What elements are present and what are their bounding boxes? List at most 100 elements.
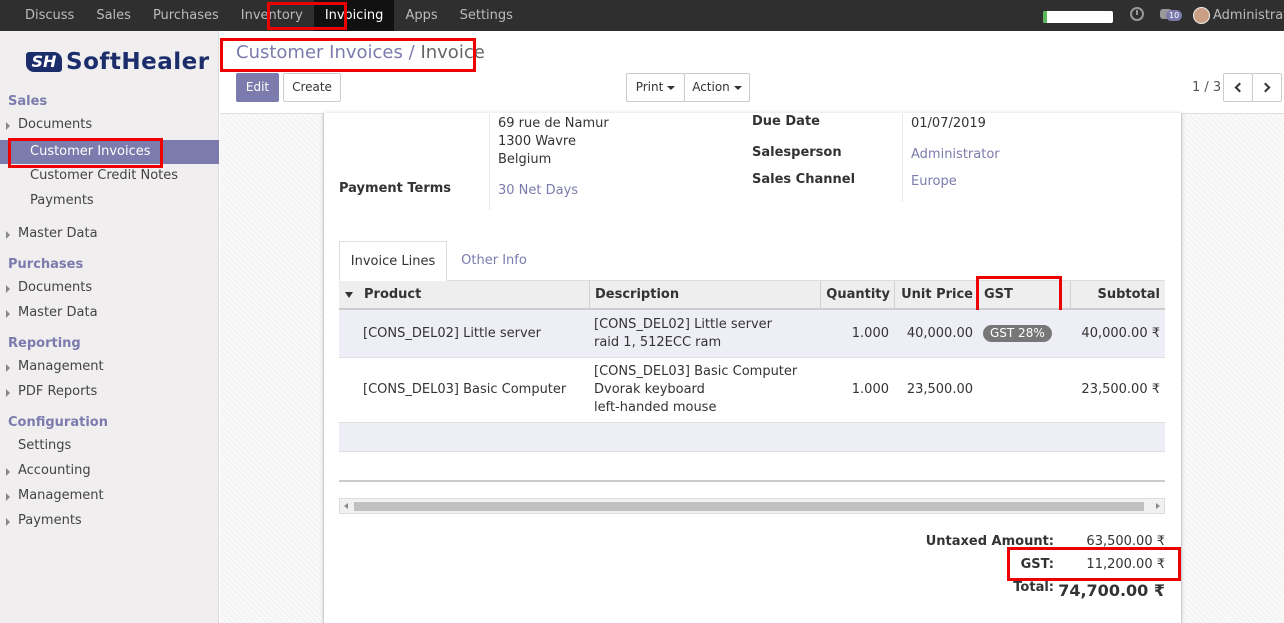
- table-footer-border: [339, 480, 1165, 482]
- top-menu: Discuss Sales Purchases Inventory Invoic…: [14, 0, 524, 31]
- sidebar-item-management[interactable]: Management: [0, 355, 219, 379]
- horizontal-scrollbar[interactable]: [339, 498, 1165, 514]
- sidebar-item-customer-credit-notes[interactable]: Customer Credit Notes: [0, 164, 219, 188]
- sidebar-item-config-payments[interactable]: Payments: [0, 509, 219, 533]
- header-subtotal[interactable]: Subtotal: [1097, 281, 1160, 309]
- user-menu[interactable]: Administrator: [1213, 0, 1284, 31]
- sidebar-item-config-management[interactable]: Management: [0, 484, 219, 508]
- column-divider: [976, 281, 977, 308]
- sidebar-item-accounting[interactable]: Accounting: [0, 459, 219, 483]
- table-row[interactable]: [CONS_DEL03] Basic Computer [CONS_DEL03]…: [339, 358, 1165, 423]
- pager-value[interactable]: 1 / 3: [1192, 73, 1221, 102]
- caret-right-icon: [6, 468, 10, 476]
- total-value: 74,700.00 ₹: [1058, 581, 1165, 600]
- sidebar-item-settings[interactable]: Settings: [0, 434, 219, 458]
- field-separator: [489, 114, 490, 210]
- onboarding-progress-bar[interactable]: [1043, 11, 1113, 23]
- payment-terms-field[interactable]: 30 Net Days: [498, 183, 578, 198]
- sidebar-item-label: Management: [18, 359, 104, 374]
- create-button[interactable]: Create: [283, 73, 341, 102]
- menu-invoicing[interactable]: Invoicing: [313, 0, 395, 31]
- header-description[interactable]: Description: [595, 281, 679, 309]
- caret-right-icon: [6, 231, 10, 239]
- breadcrumb-parent[interactable]: Customer Invoices: [236, 42, 403, 63]
- row-quantity: 1.000: [851, 326, 889, 341]
- sidebar-item-label: Payments: [18, 513, 82, 528]
- salesperson-field[interactable]: Administrator: [911, 147, 1000, 162]
- sidebar-item-purchase-documents[interactable]: Documents: [0, 276, 219, 300]
- activity-clock-icon[interactable]: [1130, 7, 1144, 21]
- breadcrumb-separator: /: [408, 42, 415, 63]
- address-line-1: 69 rue de Namur: [498, 116, 609, 131]
- scroll-left-arrow-icon[interactable]: [344, 503, 348, 509]
- due-date-field[interactable]: 01/07/2019: [911, 116, 986, 131]
- sidebar-section-reporting: Reporting: [8, 336, 81, 351]
- header-product[interactable]: Product: [364, 281, 421, 309]
- logo-text: SoftHealer: [66, 49, 210, 75]
- menu-purchases[interactable]: Purchases: [142, 0, 230, 31]
- row-subtotal: 23,500.00 ₹: [1081, 382, 1160, 397]
- sidebar-item-purchase-master-data[interactable]: Master Data: [0, 301, 219, 325]
- header-gst[interactable]: GST: [984, 281, 1013, 309]
- gst-total-value: 11,200.00 ₹: [1086, 557, 1165, 572]
- progress-fill: [1043, 11, 1047, 23]
- row-subtotal: 40,000.00 ₹: [1081, 326, 1160, 341]
- sort-caret-icon[interactable]: [345, 292, 353, 298]
- row-description-line: raid 1, 512ECC ram: [594, 335, 722, 350]
- sidebar-item-sales-master-data[interactable]: Master Data: [0, 222, 219, 246]
- sidebar-item-label: Documents: [18, 280, 93, 295]
- menu-discuss[interactable]: Discuss: [14, 0, 85, 31]
- column-divider: [820, 281, 821, 308]
- menu-settings[interactable]: Settings: [449, 0, 524, 31]
- untaxed-amount-label: Untaxed Amount:: [925, 534, 1054, 549]
- menu-sales[interactable]: Sales: [85, 0, 142, 31]
- user-avatar[interactable]: [1193, 7, 1210, 24]
- breadcrumb: Customer Invoices / Invoice: [236, 42, 485, 63]
- pager-next-button[interactable]: [1252, 73, 1282, 102]
- tab-other-info[interactable]: Other Info: [452, 241, 536, 281]
- chevron-left-icon: [1234, 82, 1245, 93]
- chevron-right-icon: [1260, 82, 1271, 93]
- print-label: Print: [635, 80, 664, 94]
- row-product: [CONS_DEL03] Basic Computer: [363, 382, 567, 397]
- table-row[interactable]: [CONS_DEL02] Little server [CONS_DEL02] …: [339, 310, 1165, 358]
- row-description-line: [CONS_DEL02] Little server: [594, 317, 773, 332]
- menu-inventory[interactable]: Inventory: [230, 0, 314, 31]
- sidebar-item-label: Master Data: [18, 305, 98, 320]
- address-line-3: Belgium: [498, 152, 552, 167]
- sales-channel-field[interactable]: Europe: [911, 174, 957, 189]
- sidebar-item-payments[interactable]: Payments: [0, 189, 219, 213]
- action-label: Action: [692, 80, 730, 94]
- breadcrumb-current: Invoice: [420, 42, 485, 63]
- messaging-icon[interactable]: 10: [1160, 9, 1183, 22]
- tab-invoice-lines[interactable]: Invoice Lines: [339, 241, 447, 281]
- scrollbar-thumb[interactable]: [354, 502, 1144, 511]
- row-unit-price: 23,500.00: [906, 382, 973, 397]
- caret-right-icon: [6, 310, 10, 318]
- header-unit-price[interactable]: Unit Price: [901, 281, 973, 309]
- chat-count-badge: 10: [1166, 10, 1183, 21]
- row-description-line: left-handed mouse: [594, 400, 717, 415]
- row-unit-price: 40,000.00: [906, 326, 973, 341]
- print-dropdown[interactable]: Print: [626, 73, 685, 102]
- action-dropdown[interactable]: Action: [684, 73, 750, 102]
- row-product: [CONS_DEL02] Little server: [363, 326, 542, 341]
- caret-right-icon: [6, 122, 10, 130]
- sidebar-item-label: PDF Reports: [18, 384, 98, 399]
- total-label: Total:: [1013, 580, 1054, 595]
- sidebar-item-pdf-reports[interactable]: PDF Reports: [0, 380, 219, 404]
- sidebar-item-customer-invoices[interactable]: Customer Invoices: [0, 140, 219, 164]
- sidebar-item-sales-documents[interactable]: Documents: [0, 113, 219, 137]
- header-quantity[interactable]: Quantity: [826, 281, 890, 309]
- logo-mark: SH: [26, 52, 62, 72]
- pager-previous-button[interactable]: [1223, 73, 1253, 102]
- row-description-line: [CONS_DEL03] Basic Computer: [594, 364, 798, 379]
- menu-apps[interactable]: Apps: [394, 0, 448, 31]
- sidebar-item-label: Settings: [18, 438, 72, 453]
- empty-table-row[interactable]: [339, 423, 1165, 452]
- edit-button[interactable]: Edit: [236, 73, 279, 102]
- sidebar-item-label: Master Data: [18, 226, 98, 241]
- salesperson-label: Salesperson: [752, 145, 842, 160]
- sidebar-item-label: Documents: [18, 117, 93, 132]
- scroll-right-arrow-icon[interactable]: [1156, 503, 1160, 509]
